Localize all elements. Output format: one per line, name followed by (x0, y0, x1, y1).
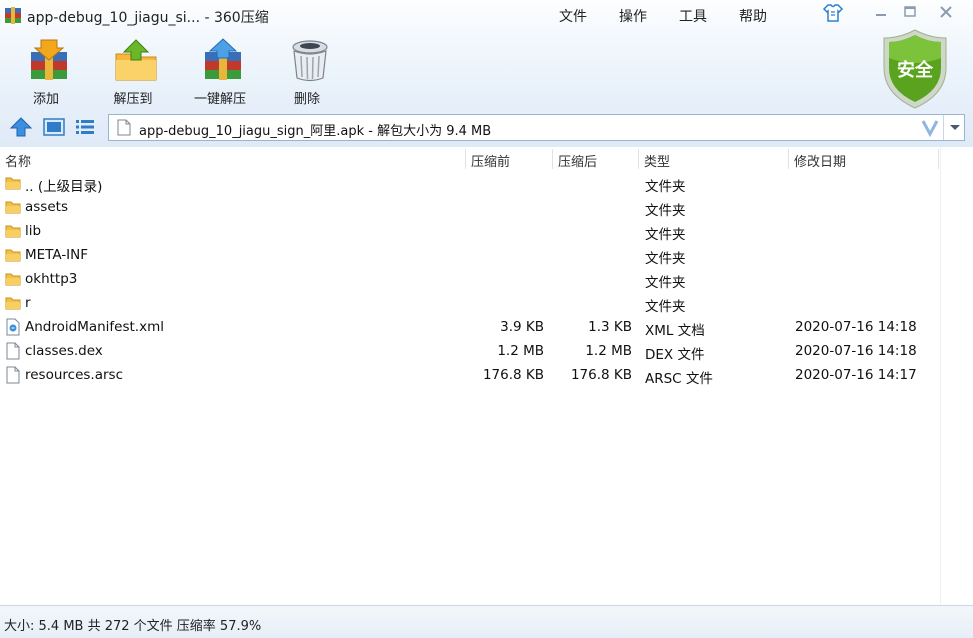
column-divider[interactable] (552, 149, 553, 169)
address-dropdown-button[interactable] (943, 115, 965, 140)
skin-shirt-icon[interactable] (822, 3, 844, 23)
file-row[interactable]: .. (上级目录) 文件夹 (0, 171, 940, 195)
security-badge-label: 安全 (897, 60, 933, 81)
list-view-icon[interactable] (73, 116, 97, 138)
file-icon (117, 119, 131, 136)
top-chrome: app-debug_10_jiagu_si... - 360压缩 文件 操作 工… (0, 0, 973, 147)
window-title: app-debug_10_jiagu_si... - 360压缩 (27, 10, 269, 26)
extract-to-icon (115, 39, 157, 81)
trash-icon (292, 40, 328, 82)
file-modified: 2020-07-16 14:18 (795, 319, 917, 335)
delete-button[interactable]: 删除 (270, 36, 344, 108)
column-original-size[interactable]: 压缩前 (471, 151, 510, 170)
file-type: 文件夹 (645, 299, 686, 315)
file-row[interactable]: classes.dex 1.2 MB 1.2 MB DEX 文件 2020-07-16 … (0, 339, 940, 363)
column-divider[interactable] (938, 149, 939, 169)
close-icon[interactable] (937, 4, 955, 20)
file-list: 名称 压缩前 压缩后 类型 修改日期 .. (上级目录) 文件夹 assets 文件夹… (0, 147, 973, 605)
archive-app-icon (5, 7, 21, 24)
folder-icon (4, 198, 22, 216)
file-row[interactable]: lib 文件夹 (0, 219, 940, 243)
file-compressed-size: 1.3 KB (588, 319, 632, 335)
maximize-icon[interactable] (901, 4, 919, 20)
add-label: 添加 (32, 92, 59, 107)
column-divider[interactable] (638, 149, 639, 169)
file-type: 文件夹 (645, 203, 686, 219)
file-type: 文件夹 (645, 251, 686, 267)
minimize-icon[interactable] (872, 4, 890, 20)
file-type: 文件夹 (645, 275, 686, 291)
xml-file-icon (4, 318, 22, 336)
add-archive-icon (31, 39, 67, 80)
up-arrow-icon[interactable] (9, 116, 33, 138)
list-header: 名称 压缩前 压缩后 类型 修改日期 (0, 147, 973, 171)
column-divider[interactable] (465, 149, 466, 169)
file-original-size: 176.8 KB (482, 367, 544, 383)
column-divider[interactable] (788, 149, 789, 169)
status-bar: 大小: 5.4 MB 共 272 个文件 压缩率 57.9% (0, 605, 973, 638)
extract-to-button[interactable]: 解压到 (96, 36, 170, 108)
file-type: 文件夹 (645, 227, 686, 243)
delete-label: 删除 (293, 92, 320, 107)
column-type[interactable]: 类型 (644, 151, 670, 170)
verified-v-icon (921, 120, 939, 137)
scroll-gutter (940, 147, 941, 605)
file-row[interactable]: META-INF 文件夹 (0, 243, 940, 267)
file-compressed-size: 1.2 MB (585, 343, 632, 359)
file-icon (4, 366, 22, 384)
address-bar[interactable]: app-debug_10_jiagu_sign_阿里.apk - 解包大小为 9… (108, 114, 965, 141)
address-text: app-debug_10_jiagu_sign_阿里.apk - 解包大小为 9… (139, 124, 492, 139)
file-type: 文件夹 (645, 179, 686, 195)
file-row[interactable]: okhttp3 文件夹 (0, 267, 940, 291)
menu-file[interactable]: 文件 (559, 6, 587, 26)
one-click-extract-icon (205, 38, 241, 80)
file-name: lib (25, 223, 42, 239)
column-modified[interactable]: 修改日期 (794, 151, 846, 170)
file-name: assets (25, 199, 68, 215)
menu-tools[interactable]: 工具 (679, 6, 707, 26)
menu-operation[interactable]: 操作 (619, 6, 647, 26)
title-bar: app-debug_10_jiagu_si... - 360压缩 文件 操作 工… (0, 0, 973, 30)
file-type: XML 文档 (645, 323, 705, 339)
extract-to-label: 解压到 (113, 92, 153, 107)
file-modified: 2020-07-16 14:17 (795, 367, 917, 383)
one-click-extract-button[interactable]: 一键解压 (183, 36, 257, 108)
file-row[interactable]: AndroidManifest.xml 3.9 KB 1.3 KB XML 文档 202… (0, 315, 940, 339)
menu-help[interactable]: 帮助 (739, 6, 767, 26)
file-original-size: 1.2 MB (497, 343, 544, 359)
one-click-extract-label: 一键解压 (193, 92, 246, 107)
security-badge[interactable]: 安全 (880, 28, 950, 110)
file-icon (4, 342, 22, 360)
file-type: ARSC 文件 (645, 371, 713, 387)
chevron-down-icon (950, 125, 960, 130)
file-row[interactable]: r 文件夹 (0, 291, 940, 315)
column-name[interactable]: 名称 (5, 151, 31, 170)
status-text: 大小: 5.4 MB 共 272 个文件 压缩率 57.9% (4, 619, 262, 634)
folder-icon (4, 270, 22, 288)
file-name: r (25, 295, 31, 311)
file-name: META-INF (25, 247, 89, 263)
file-type: DEX 文件 (645, 347, 705, 363)
add-button[interactable]: 添加 (9, 36, 83, 108)
file-name: .. (上级目录) (25, 179, 103, 195)
file-row[interactable]: assets 文件夹 (0, 195, 940, 219)
file-row[interactable]: resources.arsc 176.8 KB 176.8 KB ARSC 文件 202… (0, 363, 940, 387)
file-name: resources.arsc (25, 367, 123, 383)
folder-icon (4, 294, 22, 312)
file-modified: 2020-07-16 14:18 (795, 343, 917, 359)
file-name: okhttp3 (25, 271, 78, 287)
file-compressed-size: 176.8 KB (570, 367, 632, 383)
file-original-size: 3.9 KB (500, 319, 544, 335)
column-compressed-size[interactable]: 压缩后 (558, 151, 597, 170)
file-name: AndroidManifest.xml (25, 319, 164, 335)
folder-icon (4, 174, 22, 192)
folder-icon (4, 222, 22, 240)
thumbnail-view-icon[interactable] (42, 116, 66, 138)
file-name: classes.dex (25, 343, 103, 359)
folder-icon (4, 246, 22, 264)
